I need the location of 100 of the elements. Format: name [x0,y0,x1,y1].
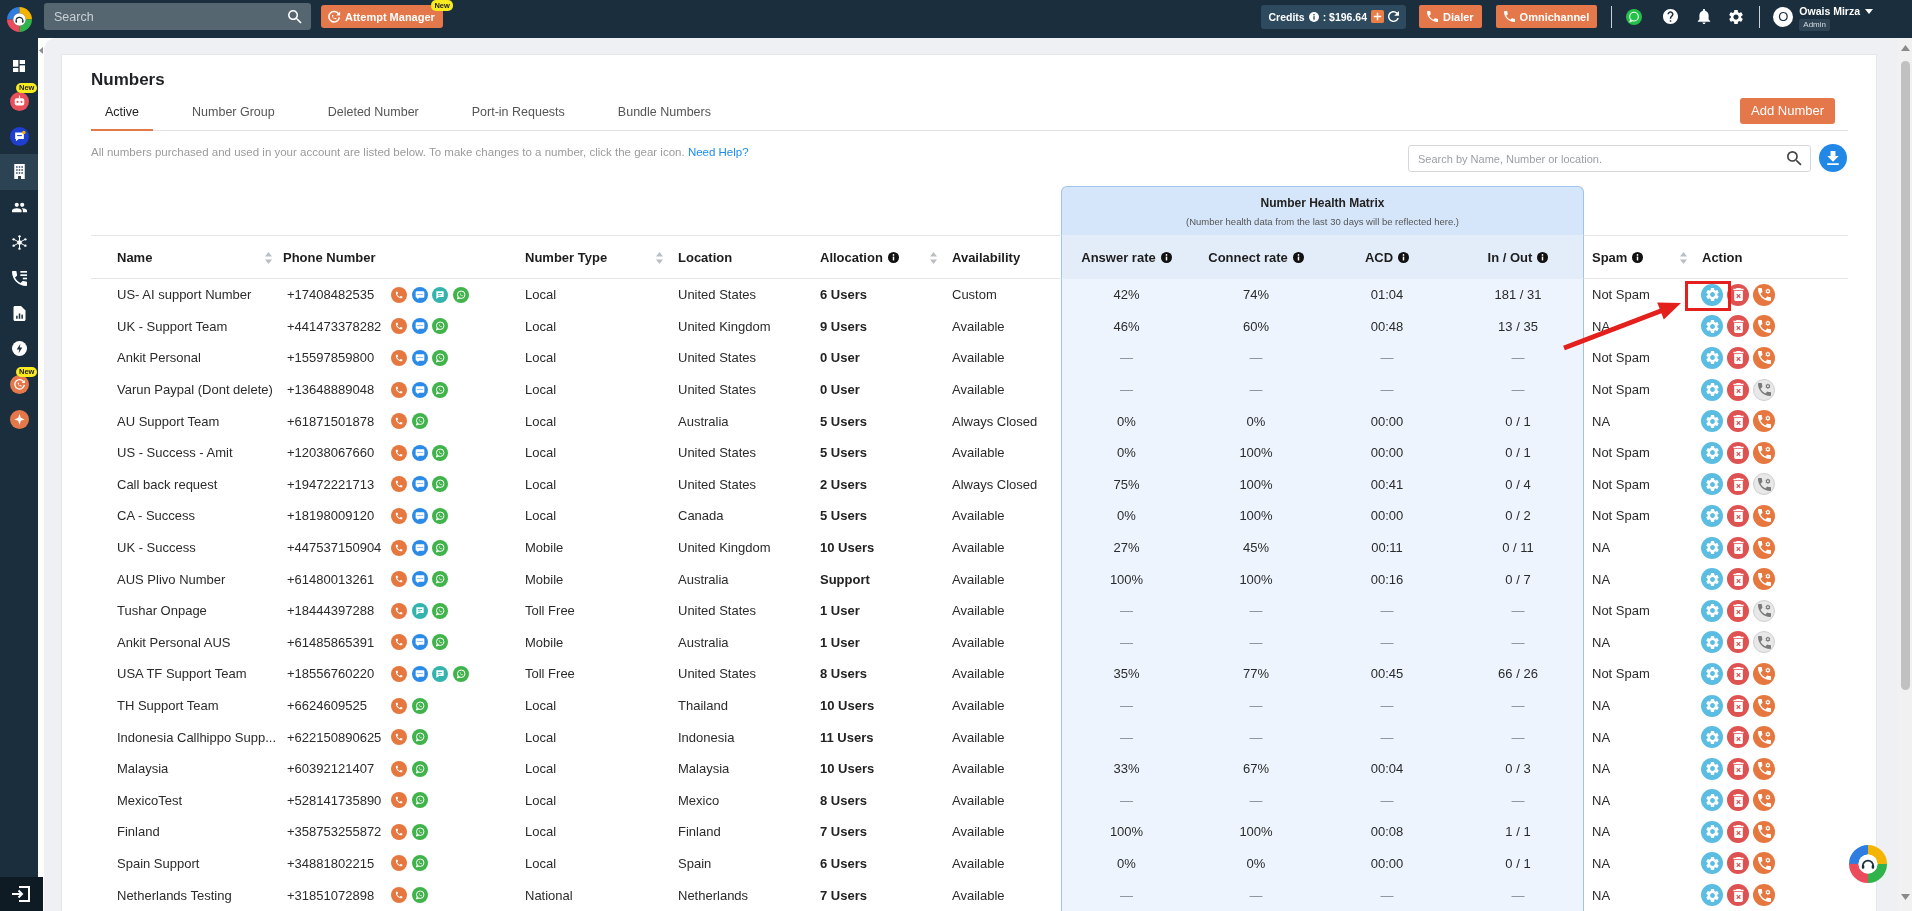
call-forward-button[interactable] [1753,536,1775,559]
scroll-up-icon[interactable] [1900,45,1910,51]
tab[interactable]: Active [91,92,154,131]
call-forward-button[interactable] [1753,504,1775,527]
call-forward-button[interactable] [1753,789,1775,812]
spam-status: NA [1591,823,1612,842]
call-forward-button[interactable] [1753,757,1775,780]
help-icon[interactable] [1663,9,1679,24]
delete-button[interactable] [1727,820,1749,843]
settings-button[interactable] [1701,599,1723,622]
delete-button[interactable] [1727,441,1749,464]
settings-button[interactable] [1701,820,1723,843]
login-icon[interactable] [0,877,43,911]
message-circle-icon[interactable] [1626,8,1643,25]
delete-button[interactable] [1727,568,1749,591]
settings-icon[interactable] [1729,9,1744,24]
delete-button[interactable] [1727,536,1749,559]
call-forward-button[interactable] [1753,347,1775,369]
search-icon[interactable] [1787,151,1802,166]
delete-button[interactable] [1727,662,1749,685]
delete-button[interactable] [1727,884,1749,907]
settings-button[interactable] [1701,473,1723,496]
tab[interactable]: Number Group [178,92,289,131]
refresh-icon[interactable] [1388,11,1400,22]
settings-button[interactable] [1701,662,1723,685]
call-forward-button[interactable] [1753,726,1775,749]
settings-button[interactable] [1701,694,1723,717]
user-name[interactable]: Owais Mirza [1799,4,1860,18]
delete-button[interactable] [1727,504,1749,527]
sidebar-item[interactable] [0,154,38,190]
call-forward-button[interactable] [1753,378,1775,401]
column-header[interactable]: Spam [1592,249,1628,265]
scroll-down-icon[interactable] [1900,894,1910,900]
call-forward-button[interactable] [1753,568,1775,591]
delete-button[interactable] [1727,789,1749,812]
settings-button[interactable] [1701,283,1723,306]
scrollbar[interactable] [1898,38,1912,911]
delete-button[interactable] [1727,378,1749,401]
settings-button[interactable] [1701,378,1723,401]
delete-button[interactable] [1727,473,1749,496]
settings-button[interactable] [1701,315,1723,338]
call-forward-button[interactable] [1753,631,1775,654]
settings-button[interactable] [1701,726,1723,749]
chat-icon [432,665,448,682]
column-header[interactable]: Number Type [525,249,608,265]
settings-button[interactable] [1701,884,1723,907]
bell-icon[interactable] [1697,9,1712,24]
delete-button[interactable] [1727,410,1749,433]
scrollbar-thumb[interactable] [1900,61,1910,690]
call-forward-button[interactable] [1753,662,1775,685]
settings-button[interactable] [1701,852,1723,875]
call-forward-button[interactable] [1753,473,1775,496]
download-button[interactable] [1819,144,1847,172]
delete-button[interactable] [1727,852,1749,875]
call-forward-button[interactable] [1753,441,1775,464]
number-name: USA TF Support Team [116,665,248,684]
settings-button[interactable] [1701,789,1723,812]
gear-icon [1705,414,1719,428]
delete-button[interactable] [1727,726,1749,749]
logo-icon[interactable] [6,7,32,32]
delete-button[interactable] [1727,347,1749,369]
call-forward-button[interactable] [1753,315,1775,338]
settings-button[interactable] [1701,631,1723,654]
phone-gear-icon [1757,414,1771,428]
call-forward-button[interactable] [1753,410,1775,433]
delete-button[interactable] [1727,315,1749,338]
call-forward-button[interactable] [1753,694,1775,717]
location: Spain [677,855,713,873]
delete-button[interactable] [1727,694,1749,717]
settings-button[interactable] [1701,757,1723,780]
call-forward-button[interactable] [1753,283,1775,306]
user-avatar[interactable]: O [1773,6,1794,27]
call-forward-button[interactable] [1753,884,1775,907]
search-icon[interactable] [288,10,302,24]
search-field[interactable]: Search by Name, Number or location. [1408,145,1811,172]
tab[interactable]: Deleted Number [313,92,433,131]
location: United States [677,349,758,368]
settings-button[interactable] [1701,504,1723,527]
credits-amount: : $196.64 [1322,10,1368,23]
call-forward-button[interactable] [1753,599,1775,622]
caret-icon[interactable] [1865,8,1873,14]
help-link[interactable]: Need Help? [687,146,749,158]
phone-icon [391,476,407,493]
settings-button[interactable] [1701,410,1723,433]
column-header[interactable]: Allocation [820,249,883,265]
call-forward-button[interactable] [1753,852,1775,875]
tab[interactable]: Bundle Numbers [603,92,725,131]
delete-button[interactable] [1727,599,1749,622]
settings-button[interactable] [1701,347,1723,369]
column-header[interactable]: Name [117,249,153,265]
search-field[interactable]: Search [44,3,311,30]
settings-button[interactable] [1701,568,1723,591]
tab[interactable]: Port-in Requests [457,92,579,131]
call-forward-button[interactable] [1753,820,1775,843]
support-chat-icon[interactable] [1849,845,1887,883]
delete-button[interactable] [1727,757,1749,780]
settings-button[interactable] [1701,441,1723,464]
settings-button[interactable] [1701,536,1723,559]
plus-icon[interactable] [1371,10,1385,23]
delete-button[interactable] [1727,631,1749,654]
